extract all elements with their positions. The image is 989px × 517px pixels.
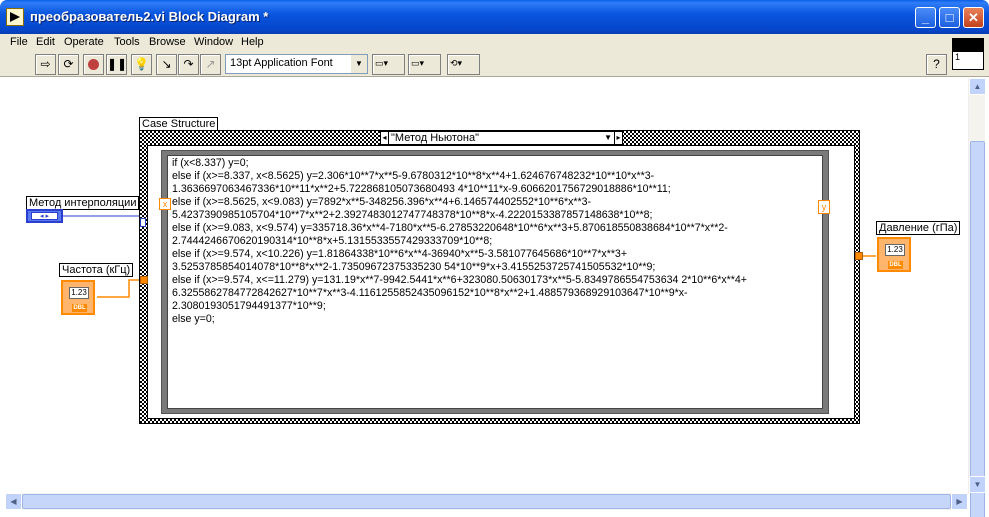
method-interpolation-label: Метод интерполяции (26, 196, 140, 210)
case-structure-label: Case Structure (139, 117, 219, 131)
scroll-left-icon[interactable]: ◀ (5, 493, 22, 510)
formula-output-y[interactable]: y (818, 200, 830, 214)
pressure-label: Давление (гПа) (876, 221, 961, 235)
formula-line: if (x<8.337) y=0; (172, 157, 249, 169)
formula-line: 3.5253785854014078*10**8*x**2-1.73509672… (172, 261, 656, 273)
case-selector-tunnel[interactable] (140, 218, 146, 227)
horizontal-scroll-thumb[interactable] (22, 494, 951, 509)
decrement-case-icon[interactable]: ◂ (381, 132, 389, 144)
formula-line: 2.3080193051794491377*10**9; (172, 300, 326, 312)
formula-line: 1.3636697063467336*10**11*x**2+5.7228681… (172, 183, 671, 195)
numeric-display: 1.23 (885, 244, 905, 256)
formula-line: else if (x>=8.337, x<8.5625) y=2.306*10*… (172, 170, 655, 182)
chevron-down-icon[interactable]: ▼ (604, 132, 612, 144)
method-interpolation-terminal[interactable]: ◂ ▸ (26, 209, 63, 223)
formula-line: else y=0; (172, 313, 215, 325)
scroll-down-icon[interactable]: ▼ (969, 476, 986, 493)
formula-line: 5.4237390985105704*10**7*x**2+2.39274830… (172, 209, 653, 221)
scroll-up-icon[interactable]: ▲ (969, 78, 986, 95)
formula-line: else if (x>=9.574, x<=11.279) y=131.19*x… (172, 274, 747, 286)
formula-input-x[interactable]: x (159, 198, 171, 210)
formula-line: else if (x>=9.574, x<10.226) y=1.8186433… (172, 248, 628, 260)
case-selector[interactable]: ◂ "Метод Ньютона" ▼ ▸ (380, 131, 623, 145)
numeric-display: 1.23 (69, 287, 89, 299)
case-selector-value: "Метод Ньютона" (391, 132, 480, 144)
formula-line: else if (x>=8.5625, x<9.083) y=7892*x**5… (172, 196, 592, 208)
formula-line: else if (x>=9.083, x<9.574) y=335718.36*… (172, 222, 728, 234)
dbl-tag: DBL (72, 304, 87, 312)
input-tunnel[interactable] (140, 276, 148, 284)
formula-line: 2.7444246670620190314*10**8*x+5.13155335… (172, 235, 493, 247)
frequency-terminal[interactable]: 1.23 DBL (61, 280, 95, 315)
enum-display: ◂ ▸ (31, 212, 58, 220)
vertical-scroll-thumb[interactable] (970, 141, 985, 517)
formula-line: 6.3255862784772842627*10**7*x**3-4.11612… (172, 287, 688, 299)
increment-case-icon[interactable]: ▸ (614, 132, 622, 144)
dbl-tag: DBL (888, 261, 903, 269)
frequency-label: Частота (кГц) (59, 263, 134, 277)
output-tunnel[interactable] (855, 252, 863, 260)
vertical-scrollbar[interactable]: ▲ ▼ (968, 78, 986, 517)
scroll-right-icon[interactable]: ▶ (951, 493, 968, 510)
horizontal-scrollbar[interactable]: ◀ ▶ (5, 493, 968, 510)
pressure-terminal[interactable]: 1.23 DBL (877, 237, 911, 272)
